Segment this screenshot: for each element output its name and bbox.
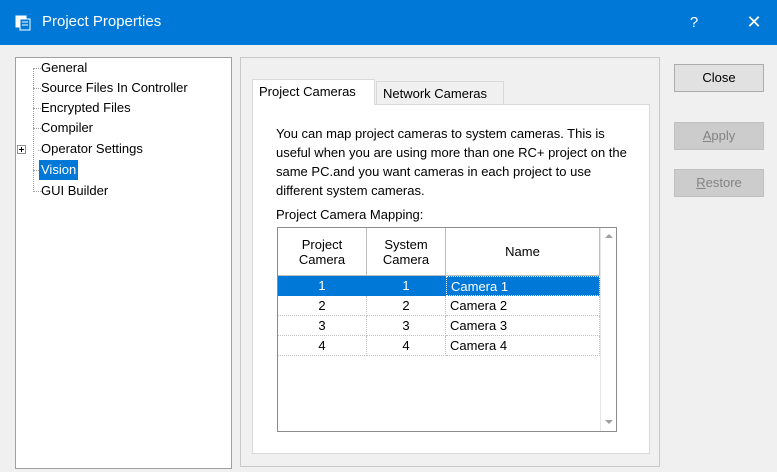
close-window-button[interactable]: ✕ <box>731 0 777 45</box>
tree-item-encrypted-files[interactable]: Encrypted Files <box>41 98 131 118</box>
tree-connector <box>33 88 41 89</box>
cell-name[interactable]: Camera 3 <box>446 316 600 336</box>
vertical-scrollbar[interactable] <box>600 228 616 431</box>
cell-project-camera[interactable]: 1 <box>278 276 367 296</box>
help-button[interactable]: ? <box>671 0 717 45</box>
tab-network-cameras[interactable]: Network Cameras <box>376 81 504 105</box>
tree-item-operator-settings[interactable]: Operator Settings <box>41 139 143 159</box>
cell-name[interactable]: Camera 2 <box>446 296 600 316</box>
mapping-label: Project Camera Mapping: <box>276 207 424 222</box>
tree-item-vision[interactable]: Vision <box>39 160 79 180</box>
tab-project-cameras[interactable]: Project Cameras <box>252 79 375 105</box>
title-bar: Project Properties ? ✕ <box>0 0 777 45</box>
app-icon <box>15 15 31 31</box>
cell-system-camera[interactable]: 3 <box>367 316 446 336</box>
tree-connector <box>33 128 41 129</box>
scroll-down-icon[interactable] <box>605 420 613 424</box>
cell-project-camera[interactable]: 4 <box>278 336 367 356</box>
apply-label: pply <box>711 128 736 143</box>
scroll-up-icon[interactable] <box>605 234 613 238</box>
settings-tree[interactable]: General Source Files In Controller Encry… <box>15 57 232 469</box>
header-project-camera[interactable]: Project Camera <box>278 228 367 276</box>
cell-system-camera[interactable]: 4 <box>367 336 446 356</box>
tree-connector <box>33 108 41 109</box>
restore-label: estore <box>705 175 742 190</box>
camera-mapping-grid[interactable]: Project Camera System Camera Name 1 1 Ca… <box>277 227 617 432</box>
tree-item-source-files[interactable]: Source Files In Controller <box>41 78 188 98</box>
apply-button[interactable]: Apply <box>674 122 764 150</box>
cell-system-camera[interactable]: 2 <box>367 296 446 316</box>
tree-connector <box>33 191 41 192</box>
description-text: You can map project cameras to system ca… <box>276 126 627 198</box>
close-button[interactable]: Close <box>674 64 764 92</box>
tree-connector <box>33 68 41 69</box>
expand-icon[interactable] <box>17 145 26 154</box>
tree-connector <box>33 68 34 192</box>
table-row[interactable]: 2 2 Camera 2 <box>278 296 600 316</box>
header-system-camera[interactable]: System Camera <box>367 228 446 276</box>
cell-project-camera[interactable]: 3 <box>278 316 367 336</box>
restore-button[interactable]: Restore <box>674 169 764 197</box>
table-row[interactable]: 3 3 Camera 3 <box>278 316 600 336</box>
cell-project-camera[interactable]: 2 <box>278 296 367 316</box>
tree-item-compiler[interactable]: Compiler <box>41 118 93 138</box>
cell-name[interactable]: Camera 1 <box>446 276 600 296</box>
table-row[interactable]: 1 1 Camera 1 <box>278 276 600 296</box>
tree-item-gui-builder[interactable]: GUI Builder <box>41 181 108 201</box>
cell-system-camera[interactable]: 1 <box>367 276 446 296</box>
restore-mnemonic: R <box>696 175 706 190</box>
header-name[interactable]: Name <box>446 228 600 276</box>
cell-name[interactable]: Camera 4 <box>446 336 600 356</box>
window-title: Project Properties <box>42 13 162 30</box>
table-row[interactable]: 4 4 Camera 4 <box>278 336 600 356</box>
tree-item-general[interactable]: General <box>41 58 87 78</box>
